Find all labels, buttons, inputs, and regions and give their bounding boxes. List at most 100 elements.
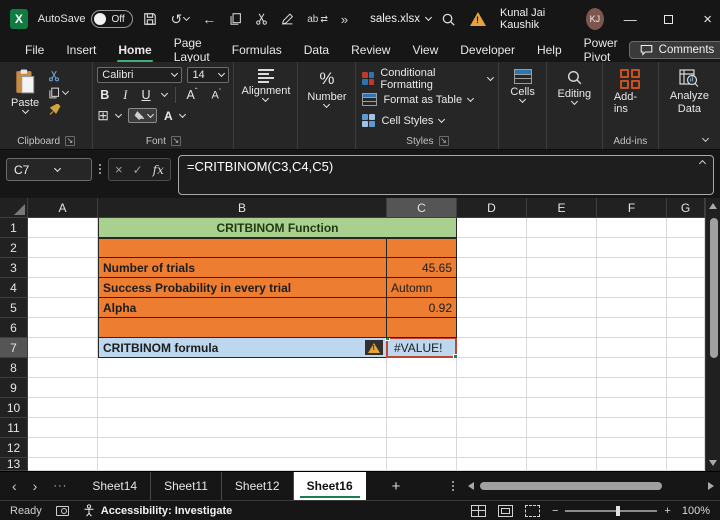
- cell-G4[interactable]: [667, 278, 705, 298]
- cell-B10[interactable]: [98, 398, 387, 418]
- cell-D5[interactable]: [457, 298, 527, 318]
- cell-G10[interactable]: [667, 398, 705, 418]
- row-header-4[interactable]: 4: [0, 278, 28, 298]
- sheet-options-icon[interactable]: [452, 481, 454, 491]
- cell-E2[interactable]: [527, 238, 597, 258]
- column-header-C[interactable]: C: [387, 198, 457, 218]
- cell-C6[interactable]: [387, 318, 457, 338]
- cell-G1[interactable]: [667, 218, 705, 238]
- cell-D7[interactable]: [457, 338, 527, 358]
- cut-icon[interactable]: [255, 12, 268, 26]
- tab-review[interactable]: Review: [340, 40, 401, 60]
- cut-button[interactable]: [48, 70, 68, 82]
- cell-B3[interactable]: Number of trials: [98, 258, 387, 278]
- bold-button[interactable]: B: [97, 88, 112, 102]
- cell-E4[interactable]: [527, 278, 597, 298]
- cell-A11[interactable]: [28, 418, 98, 438]
- column-header-D[interactable]: D: [457, 198, 527, 218]
- spelling-icon[interactable]: ab ⇄: [307, 14, 328, 25]
- confirm-entry-icon[interactable]: ✓: [133, 163, 143, 177]
- cell-F10[interactable]: [597, 398, 667, 418]
- notification-warning-icon[interactable]: !: [469, 12, 486, 26]
- cell-G3[interactable]: [667, 258, 705, 278]
- format-painter-button[interactable]: [48, 104, 68, 116]
- cell-E5[interactable]: [527, 298, 597, 318]
- cell-G9[interactable]: [667, 378, 705, 398]
- tab-insert[interactable]: Insert: [55, 40, 107, 60]
- conditional-formatting-button[interactable]: Conditional Formatting: [362, 67, 494, 91]
- user-name[interactable]: Kunal Jai Kaushik: [500, 7, 572, 31]
- cell-F2[interactable]: [597, 238, 667, 258]
- cell-F11[interactable]: [597, 418, 667, 438]
- cell-E11[interactable]: [527, 418, 597, 438]
- name-box[interactable]: C7: [6, 158, 92, 181]
- tab-formulas[interactable]: Formulas: [221, 40, 293, 60]
- alignment-button[interactable]: Alignment: [234, 66, 297, 104]
- italic-button[interactable]: I: [120, 88, 130, 103]
- row-header-7[interactable]: 7: [0, 338, 28, 358]
- collapse-formula-bar-icon[interactable]: [698, 159, 707, 168]
- cell-E1[interactable]: [527, 218, 597, 238]
- undo-icon[interactable]: ↺: [170, 11, 191, 28]
- avatar[interactable]: KJ: [585, 8, 604, 30]
- cell-C13[interactable]: [387, 458, 457, 471]
- cell-B7[interactable]: CRITBINOM formula!: [98, 338, 387, 358]
- font-name-select[interactable]: Calibri: [97, 67, 183, 83]
- macro-record-icon[interactable]: [55, 505, 69, 516]
- normal-view-icon[interactable]: [470, 504, 486, 517]
- cell-D6[interactable]: [457, 318, 527, 338]
- column-header-F[interactable]: F: [597, 198, 667, 218]
- cell-F6[interactable]: [597, 318, 667, 338]
- cell-E3[interactable]: [527, 258, 597, 278]
- horizontal-scroll-thumb[interactable]: [480, 482, 662, 490]
- styles-dialog-launcher-icon[interactable]: ↘: [438, 136, 449, 146]
- error-warning-icon[interactable]: !: [365, 340, 383, 355]
- cell-B13[interactable]: [98, 458, 387, 471]
- sheet-prev-icon[interactable]: ‹: [12, 478, 17, 494]
- tab-help[interactable]: Help: [526, 40, 573, 60]
- cell-F9[interactable]: [597, 378, 667, 398]
- cell-F3[interactable]: [597, 258, 667, 278]
- cancel-entry-icon[interactable]: ×: [115, 162, 123, 177]
- cell-A6[interactable]: [28, 318, 98, 338]
- zoom-slider[interactable]: [565, 505, 658, 516]
- cell-C2[interactable]: [387, 238, 457, 258]
- close-button[interactable]: ×: [695, 11, 720, 28]
- cell-G11[interactable]: [667, 418, 705, 438]
- cell-B5[interactable]: Alpha: [98, 298, 387, 318]
- tab-view[interactable]: View: [401, 40, 449, 60]
- cell-F13[interactable]: [597, 458, 667, 471]
- sheet-tab-sheet14[interactable]: Sheet14: [79, 472, 152, 500]
- cell-C9[interactable]: [387, 378, 457, 398]
- cell-G5[interactable]: [667, 298, 705, 318]
- cell-A4[interactable]: [28, 278, 98, 298]
- horizontal-scrollbar[interactable]: [452, 472, 720, 500]
- cell-B6[interactable]: [98, 318, 387, 338]
- copy-icon[interactable]: [229, 12, 242, 26]
- cell-G2[interactable]: [667, 238, 705, 258]
- cell-D13[interactable]: [457, 458, 527, 471]
- cell-B9[interactable]: [98, 378, 387, 398]
- cell-G12[interactable]: [667, 438, 705, 458]
- cell-E10[interactable]: [527, 398, 597, 418]
- cell-F8[interactable]: [597, 358, 667, 378]
- sheet-tab-sheet16[interactable]: Sheet16: [293, 472, 366, 500]
- cell-F5[interactable]: [597, 298, 667, 318]
- insert-function-icon[interactable]: fx: [153, 163, 164, 177]
- cell-G13[interactable]: [667, 458, 705, 471]
- cell-C10[interactable]: [387, 398, 457, 418]
- zoom-in-icon[interactable]: +: [664, 505, 670, 517]
- tab-data[interactable]: Data: [293, 40, 340, 60]
- tab-file[interactable]: File: [14, 40, 55, 60]
- underline-button[interactable]: U: [138, 88, 153, 102]
- grow-font-button[interactable]: Aˆ: [184, 87, 201, 102]
- row-header-8[interactable]: 8: [0, 358, 28, 378]
- editing-button[interactable]: Editing: [551, 66, 599, 107]
- row-header-11[interactable]: 11: [0, 418, 28, 438]
- cell-A9[interactable]: [28, 378, 98, 398]
- cell-B11[interactable]: [98, 418, 387, 438]
- cell-F4[interactable]: [597, 278, 667, 298]
- cell-C5[interactable]: 0.92: [387, 298, 457, 318]
- page-break-view-icon[interactable]: [524, 504, 540, 517]
- tab-home[interactable]: Home: [107, 40, 162, 62]
